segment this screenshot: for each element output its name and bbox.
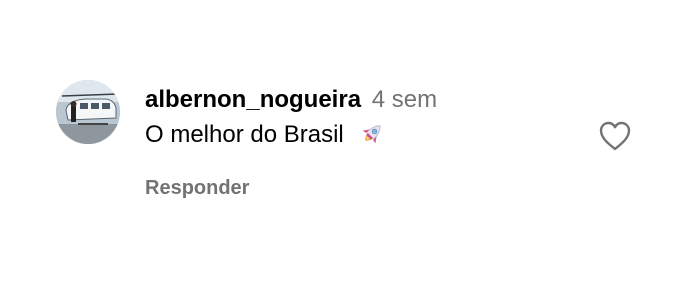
comment-header: albernon_nogueira 4 sem <box>145 84 437 116</box>
reply-button[interactable]: Responder <box>145 174 249 202</box>
username-link[interactable]: albernon_nogueira <box>145 86 361 113</box>
rocket-icon <box>356 120 386 150</box>
comment-item: albernon_nogueira 4 sem O melhor do Bras… <box>0 0 688 282</box>
avatar-image <box>56 80 120 144</box>
comment-text: O melhor do Brasil <box>145 121 344 148</box>
like-button[interactable] <box>598 120 632 152</box>
comment-body: O melhor do Brasil <box>145 118 386 152</box>
avatar[interactable] <box>56 80 120 144</box>
heart-icon <box>599 121 631 151</box>
timestamp[interactable]: 4 sem <box>372 86 437 113</box>
